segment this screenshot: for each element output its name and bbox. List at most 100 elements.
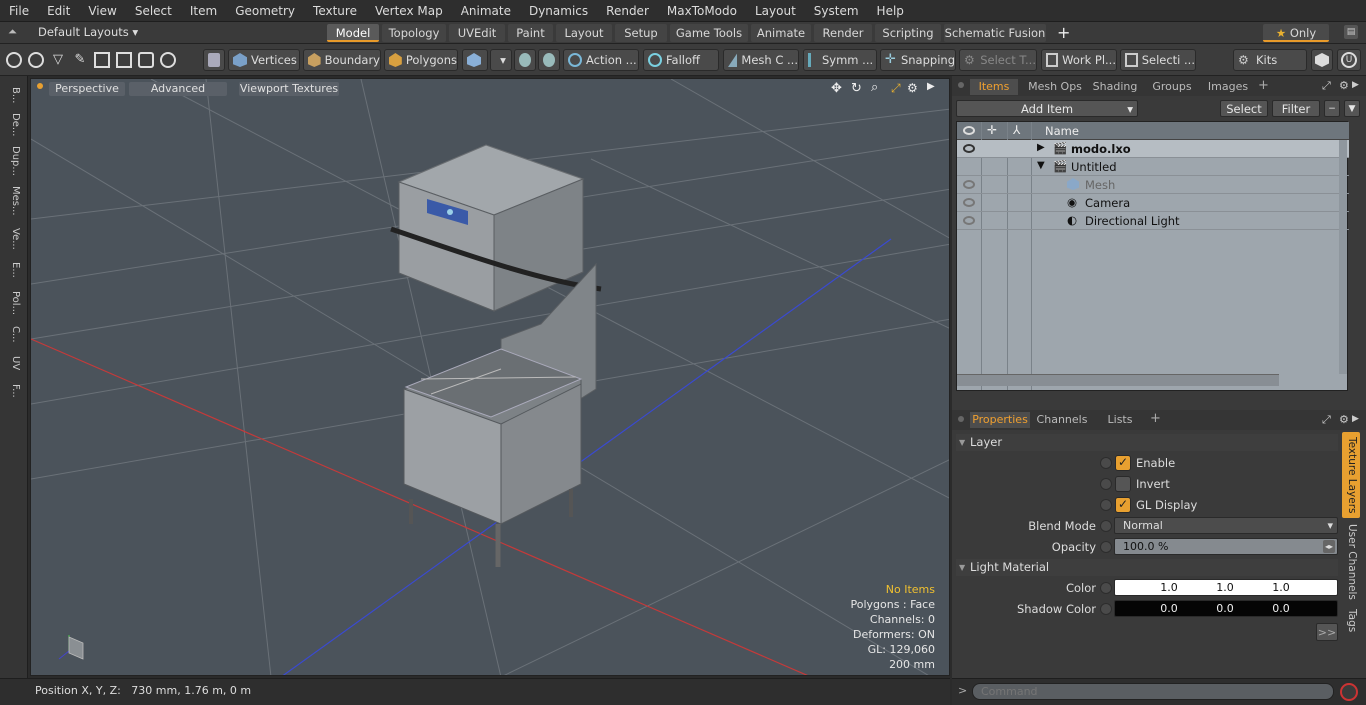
- viewport-menu-dot[interactable]: [37, 83, 43, 89]
- invert-channel-dot[interactable]: [1100, 478, 1112, 490]
- left-tab-fusion[interactable]: F...: [5, 376, 21, 406]
- more-button[interactable]: >>: [1316, 623, 1338, 641]
- polygons-button[interactable]: Polygons: [384, 49, 458, 71]
- brush-icon[interactable]: ✎: [72, 52, 88, 68]
- tab-lists[interactable]: Lists: [1094, 412, 1146, 428]
- funnel-button[interactable]: ▼: [1344, 100, 1360, 117]
- side-tab-texture-layers[interactable]: Texture Layers: [1342, 432, 1360, 518]
- globe-icon[interactable]: [28, 52, 44, 68]
- shadow-color-channel-dot[interactable]: [1100, 603, 1112, 615]
- tab-uvedit[interactable]: UVEdit: [449, 24, 505, 42]
- transform-icon[interactable]: [116, 52, 132, 68]
- snapping-button[interactable]: ✛ Snapping: [880, 49, 956, 71]
- falloff-button[interactable]: Falloff: [643, 49, 719, 71]
- rotate-icon[interactable]: [160, 52, 176, 68]
- opacity-channel-dot[interactable]: [1100, 541, 1112, 553]
- shadow-color-r-value[interactable]: 0.0: [1141, 601, 1197, 617]
- horizontal-scrollbar[interactable]: [957, 374, 1279, 386]
- shadow-color-b-value[interactable]: 0.0: [1253, 601, 1309, 617]
- menu-animate[interactable]: Animate: [452, 4, 520, 18]
- light-material-section-header[interactable]: ▼ Light Material: [956, 559, 1338, 576]
- left-tab-vertex[interactable]: Ve...: [5, 224, 21, 254]
- color-swatch-field[interactable]: 1.0 1.0 1.0: [1114, 579, 1338, 596]
- mode-dropdown[interactable]: ▾: [490, 49, 512, 71]
- layout-collapse-icon[interactable]: ⏶: [8, 25, 20, 39]
- menu-file[interactable]: File: [0, 4, 38, 18]
- symmetry-x-button[interactable]: [514, 49, 536, 71]
- enable-channel-dot[interactable]: [1100, 457, 1112, 469]
- tab-model[interactable]: Model: [327, 24, 379, 42]
- tab-animate[interactable]: Animate: [751, 24, 811, 42]
- left-tab-curve[interactable]: C...: [5, 320, 21, 348]
- left-tab-polygon[interactable]: Pol...: [5, 286, 21, 320]
- circle-select-icon[interactable]: [6, 52, 22, 68]
- tab-layout[interactable]: Layout: [556, 24, 612, 42]
- pen-icon[interactable]: ▽: [50, 52, 66, 68]
- 3d-viewport[interactable]: Perspective Advanced Viewport Textures ✥…: [30, 78, 950, 676]
- unreal-button[interactable]: U: [1337, 49, 1361, 71]
- menu-help[interactable]: Help: [868, 4, 913, 18]
- select-through-button[interactable]: ⚙ Select T...: [959, 49, 1037, 71]
- blend-mode-select[interactable]: Normal ▾: [1114, 517, 1338, 534]
- maximize-view-icon[interactable]: ⤢: [891, 81, 901, 96]
- enable-checkbox[interactable]: ✓: [1115, 455, 1131, 471]
- mesh-constraint-button[interactable]: Mesh C ...: [723, 49, 799, 71]
- panel-gear-icon[interactable]: ⚙: [1339, 413, 1349, 426]
- left-tab-basic[interactable]: B...: [5, 82, 21, 108]
- opacity-slider[interactable]: 100.0 % ◂▸: [1114, 538, 1338, 555]
- expand-arrow-icon[interactable]: ▶: [1037, 142, 1045, 153]
- panel-menu-dot[interactable]: [958, 82, 964, 88]
- menu-system[interactable]: System: [805, 4, 868, 18]
- add-tab-icon[interactable]: +: [1057, 23, 1070, 42]
- invert-checkbox[interactable]: [1115, 476, 1131, 492]
- vertices-button[interactable]: Vertices: [228, 49, 300, 71]
- left-tab-uv[interactable]: UV: [5, 350, 21, 376]
- menu-maxtomodo[interactable]: MaxToModo: [658, 4, 746, 18]
- unity-button[interactable]: [1311, 49, 1333, 71]
- material-mode-button[interactable]: [462, 49, 488, 71]
- add-panel-tab-icon[interactable]: +: [1258, 78, 1269, 93]
- collapse-all-button[interactable]: −: [1324, 100, 1340, 117]
- panel-expand-icon[interactable]: ⤢: [1322, 413, 1331, 427]
- panel-gear-icon[interactable]: ⚙: [1339, 79, 1349, 92]
- vertical-scrollbar[interactable]: [1339, 140, 1347, 374]
- move-view-icon[interactable]: ✥: [831, 81, 842, 96]
- menu-edit[interactable]: Edit: [38, 4, 79, 18]
- only-toggle[interactable]: ★ Only: [1263, 24, 1329, 42]
- tab-setup[interactable]: Setup: [615, 24, 667, 42]
- tab-properties[interactable]: Properties: [970, 412, 1030, 428]
- menu-vertex-map[interactable]: Vertex Map: [366, 4, 452, 18]
- layout-options-icon[interactable]: ▤: [1344, 25, 1358, 39]
- left-tab-deform[interactable]: De...: [5, 110, 21, 140]
- add-item-button[interactable]: Add Item ▾: [956, 100, 1138, 117]
- visibility-eye-icon[interactable]: [963, 216, 975, 225]
- work-plane-button[interactable]: Work Pl...: [1041, 49, 1117, 71]
- align-icon[interactable]: [94, 52, 110, 68]
- item-mode-button[interactable]: [203, 49, 225, 71]
- rotate-view-icon[interactable]: ↻: [851, 81, 862, 96]
- list-item[interactable]: ▼ 🎬 Untitled: [957, 158, 1349, 176]
- symmetry-button[interactable]: Symm ...: [803, 49, 877, 71]
- blend-mode-channel-dot[interactable]: [1100, 520, 1112, 532]
- color-channel-dot[interactable]: [1100, 582, 1112, 594]
- visibility-eye-icon[interactable]: [963, 144, 975, 153]
- menu-render[interactable]: Render: [597, 4, 658, 18]
- command-input[interactable]: [972, 683, 1334, 700]
- tab-images[interactable]: Images: [1202, 79, 1254, 95]
- tab-groups[interactable]: Groups: [1144, 79, 1200, 95]
- menu-texture[interactable]: Texture: [304, 4, 366, 18]
- tab-render[interactable]: Render: [814, 24, 872, 42]
- left-tab-edge[interactable]: E...: [5, 256, 21, 284]
- color-r-value[interactable]: 1.0: [1141, 580, 1197, 596]
- tab-paint[interactable]: Paint: [508, 24, 553, 42]
- shadow-color-g-value[interactable]: 0.0: [1197, 601, 1253, 617]
- viewport-textures-dropdown[interactable]: Viewport Textures: [239, 82, 339, 96]
- menu-item[interactable]: Item: [181, 4, 226, 18]
- layouts-dropdown[interactable]: Default Layouts ▾: [38, 25, 138, 39]
- advanced-dropdown[interactable]: Advanced: [129, 82, 227, 96]
- menu-geometry[interactable]: Geometry: [226, 4, 304, 18]
- visibility-eye-icon[interactable]: [963, 180, 975, 189]
- viewport-expand-icon[interactable]: ▶: [927, 81, 935, 92]
- tab-scripting[interactable]: Scripting: [875, 24, 941, 42]
- gl-display-channel-dot[interactable]: [1100, 499, 1112, 511]
